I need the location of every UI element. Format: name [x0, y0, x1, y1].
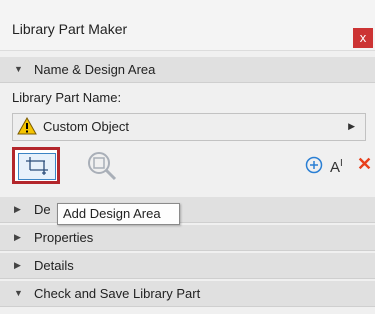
panel-title: Library Part Maker [12, 21, 128, 37]
section-label: Properties [34, 230, 94, 245]
button-face [18, 153, 56, 180]
library-part-name-select[interactable]: Custom Object ▶ [12, 113, 366, 141]
section-check-save[interactable]: ▼ Check and Save Library Part [0, 281, 375, 307]
section-name-design-area[interactable]: ▼ Name & Design Area [0, 57, 375, 83]
tooltip: Add Design Area [57, 203, 180, 225]
chevron-right-icon: ▶ [14, 232, 21, 242]
delete-button[interactable]: ✕ [357, 154, 372, 175]
text-size-button[interactable]: AI [330, 156, 354, 176]
delete-icon: ✕ [357, 154, 373, 174]
library-part-name-value: Custom Object [43, 119, 129, 134]
chevron-down-icon: ▼ [14, 288, 23, 298]
section-label: Check and Save Library Part [34, 286, 201, 301]
chevron-down-icon: ▼ [14, 64, 23, 74]
close-button[interactable]: x [353, 28, 373, 48]
library-part-name-label: Library Part Name: [12, 90, 122, 105]
section-details[interactable]: ▶ Details [0, 253, 375, 279]
text-superscript: I [340, 158, 343, 169]
zoom-button[interactable] [86, 150, 118, 182]
title-bar: Library Part Maker x [0, 0, 375, 51]
close-icon: x [359, 30, 367, 45]
text-size-icon: AI [330, 158, 343, 176]
section-label: De [34, 202, 51, 217]
add-button[interactable] [304, 155, 324, 178]
section-label: Name & Design Area [34, 62, 156, 77]
warning-icon [17, 116, 37, 138]
chevron-right-icon: ▶ [14, 204, 21, 214]
add-design-area-button[interactable] [12, 147, 60, 184]
zoom-icon [86, 152, 118, 185]
design-area-icon [25, 156, 49, 179]
section-label: Details [34, 258, 74, 273]
chevron-right-icon: ▶ [348, 121, 355, 131]
chevron-right-icon: ▶ [14, 260, 21, 270]
text-glyph: A [330, 159, 341, 176]
tooltip-text: Add Design Area [63, 206, 161, 221]
add-icon [304, 156, 324, 178]
section-properties[interactable]: ▶ Properties [0, 225, 375, 251]
library-part-maker-panel: Library Part Maker x ▼ Name & Design Are… [0, 0, 375, 314]
